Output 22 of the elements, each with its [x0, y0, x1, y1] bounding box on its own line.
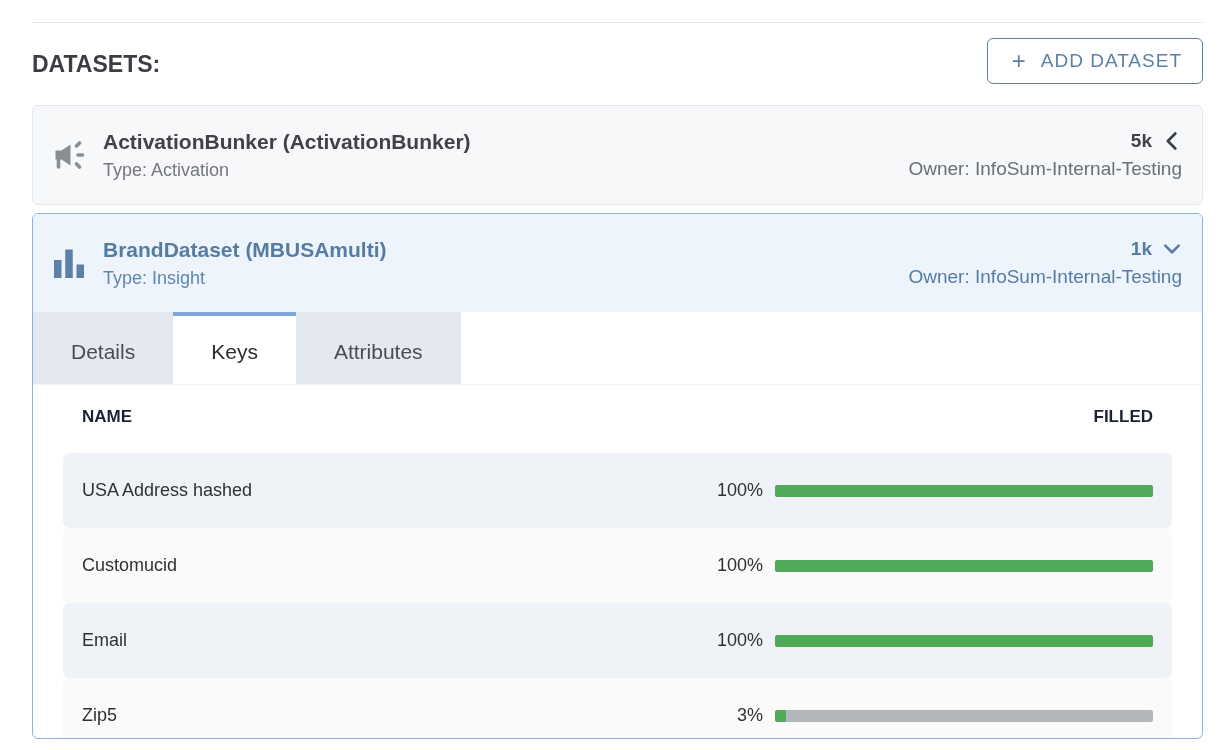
record-count: 5k	[1130, 130, 1152, 152]
fill-percentage: 3%	[737, 705, 763, 726]
column-header: NAME	[82, 407, 133, 427]
key-name: USA Address hashed	[82, 480, 254, 501]
section-heading: DATASETS:	[32, 50, 161, 78]
key-name: Zip5	[82, 705, 118, 726]
column-header: FILLED	[1093, 407, 1153, 427]
fill-percentage: 100%	[716, 630, 763, 651]
record-count: 1k	[1130, 238, 1152, 260]
fill-percentage: 100%	[716, 555, 763, 576]
dataset-owner: Owner: InfoSum-Internal-Testing	[908, 158, 1182, 180]
tab[interactable]: Attributes	[295, 312, 461, 384]
tab[interactable]: Details	[33, 312, 174, 384]
dataset-title: BrandDataset (MBUSAmulti)	[103, 237, 388, 262]
dataset-owner: Owner: InfoSum-Internal-Testing	[908, 266, 1182, 288]
add-dataset-button[interactable]: + ADD DATASET	[986, 38, 1203, 84]
fill-percentage: 100%	[716, 480, 763, 501]
dataset-title: ActivationBunker (ActivationBunker)	[103, 129, 472, 154]
dataset-type: Type: Activation	[103, 159, 231, 181]
dataset-type: Type: Insight	[103, 267, 207, 289]
key-name: Email	[82, 630, 128, 651]
key-name: Customucid	[82, 555, 179, 576]
